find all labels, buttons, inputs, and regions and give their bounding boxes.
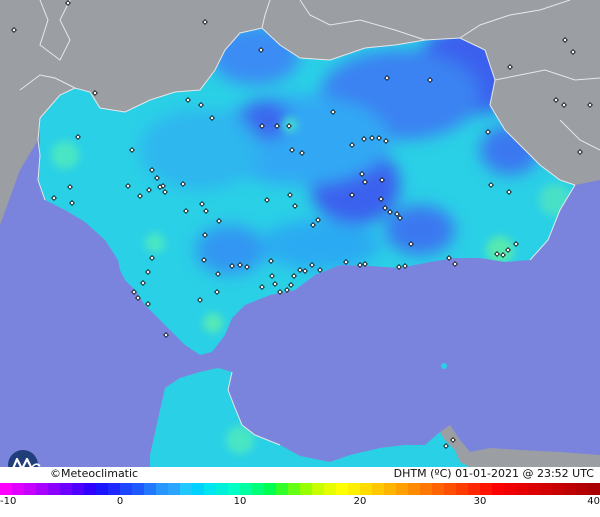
colorbar-segment bbox=[408, 483, 420, 495]
colorbar-segment bbox=[564, 483, 576, 495]
colorbar-segment bbox=[456, 483, 468, 495]
colorbar-segment bbox=[180, 483, 192, 495]
colorbar-segment bbox=[336, 483, 348, 495]
colorbar-segment bbox=[204, 483, 216, 495]
colorbar-segment bbox=[468, 483, 480, 495]
colorbar-tick-label: 40 bbox=[587, 496, 600, 507]
colorbar-segment bbox=[252, 483, 264, 495]
colorbar-segment bbox=[36, 483, 48, 495]
colorbar-segment bbox=[588, 483, 600, 495]
colorbar-segment bbox=[240, 483, 252, 495]
colorbar-segment bbox=[168, 483, 180, 495]
colorbar-segment bbox=[384, 483, 396, 495]
colorbar-segment bbox=[360, 483, 372, 495]
colorbar-ticks: -10 0 10 20 30 40 bbox=[0, 496, 600, 510]
colorbar-segment bbox=[420, 483, 432, 495]
colorbar-segment bbox=[492, 483, 504, 495]
credit-label: ©Meteoclimatic bbox=[50, 467, 139, 480]
colorbar-segment bbox=[12, 483, 24, 495]
colorbar-segment bbox=[480, 483, 492, 495]
colorbar-segment bbox=[396, 483, 408, 495]
colorbar-segment bbox=[540, 483, 552, 495]
colorbar-tick-label: 0 bbox=[116, 496, 124, 507]
colorbar-segment bbox=[60, 483, 72, 495]
colorbar-segment bbox=[84, 483, 96, 495]
colorbar-segment bbox=[432, 483, 444, 495]
colorbar bbox=[0, 483, 600, 495]
colorbar-tick-label: -10 bbox=[0, 496, 17, 507]
colorbar-tick-label: 10 bbox=[233, 496, 247, 507]
colorbar-segment bbox=[144, 483, 156, 495]
colorbar-segment bbox=[96, 483, 108, 495]
colorbar-segment bbox=[156, 483, 168, 495]
colorbar-segment bbox=[288, 483, 300, 495]
map-title: DHTM (ºC) 01-01-2021 @ 23:52 UTC bbox=[393, 467, 594, 480]
colorbar-segment bbox=[312, 483, 324, 495]
colorbar-segment bbox=[516, 483, 528, 495]
colorbar-segment bbox=[108, 483, 120, 495]
colorbar-tick-label: 20 bbox=[353, 496, 367, 507]
colorbar-segment bbox=[348, 483, 360, 495]
colorbar-segment bbox=[444, 483, 456, 495]
colorbar-segment bbox=[0, 483, 12, 495]
colorbar-segment bbox=[372, 483, 384, 495]
colorbar-segment bbox=[576, 483, 588, 495]
colorbar-segment bbox=[264, 483, 276, 495]
colorbar-segment bbox=[504, 483, 516, 495]
colorbar-segment bbox=[24, 483, 36, 495]
temperature-map bbox=[0, 0, 600, 467]
colorbar-segment bbox=[276, 483, 288, 495]
colorbar-segment bbox=[528, 483, 540, 495]
colorbar-segment bbox=[552, 483, 564, 495]
colorbar-segment bbox=[72, 483, 84, 495]
colorbar-segment bbox=[300, 483, 312, 495]
colorbar-segment bbox=[48, 483, 60, 495]
colorbar-segment bbox=[192, 483, 204, 495]
colorbar-segment bbox=[228, 483, 240, 495]
colorbar-segment bbox=[120, 483, 132, 495]
colorbar-segment bbox=[132, 483, 144, 495]
colorbar-tick-label: 30 bbox=[473, 496, 487, 507]
alboran-island bbox=[441, 363, 447, 369]
colorbar-segment bbox=[324, 483, 336, 495]
colorbar-segment bbox=[216, 483, 228, 495]
